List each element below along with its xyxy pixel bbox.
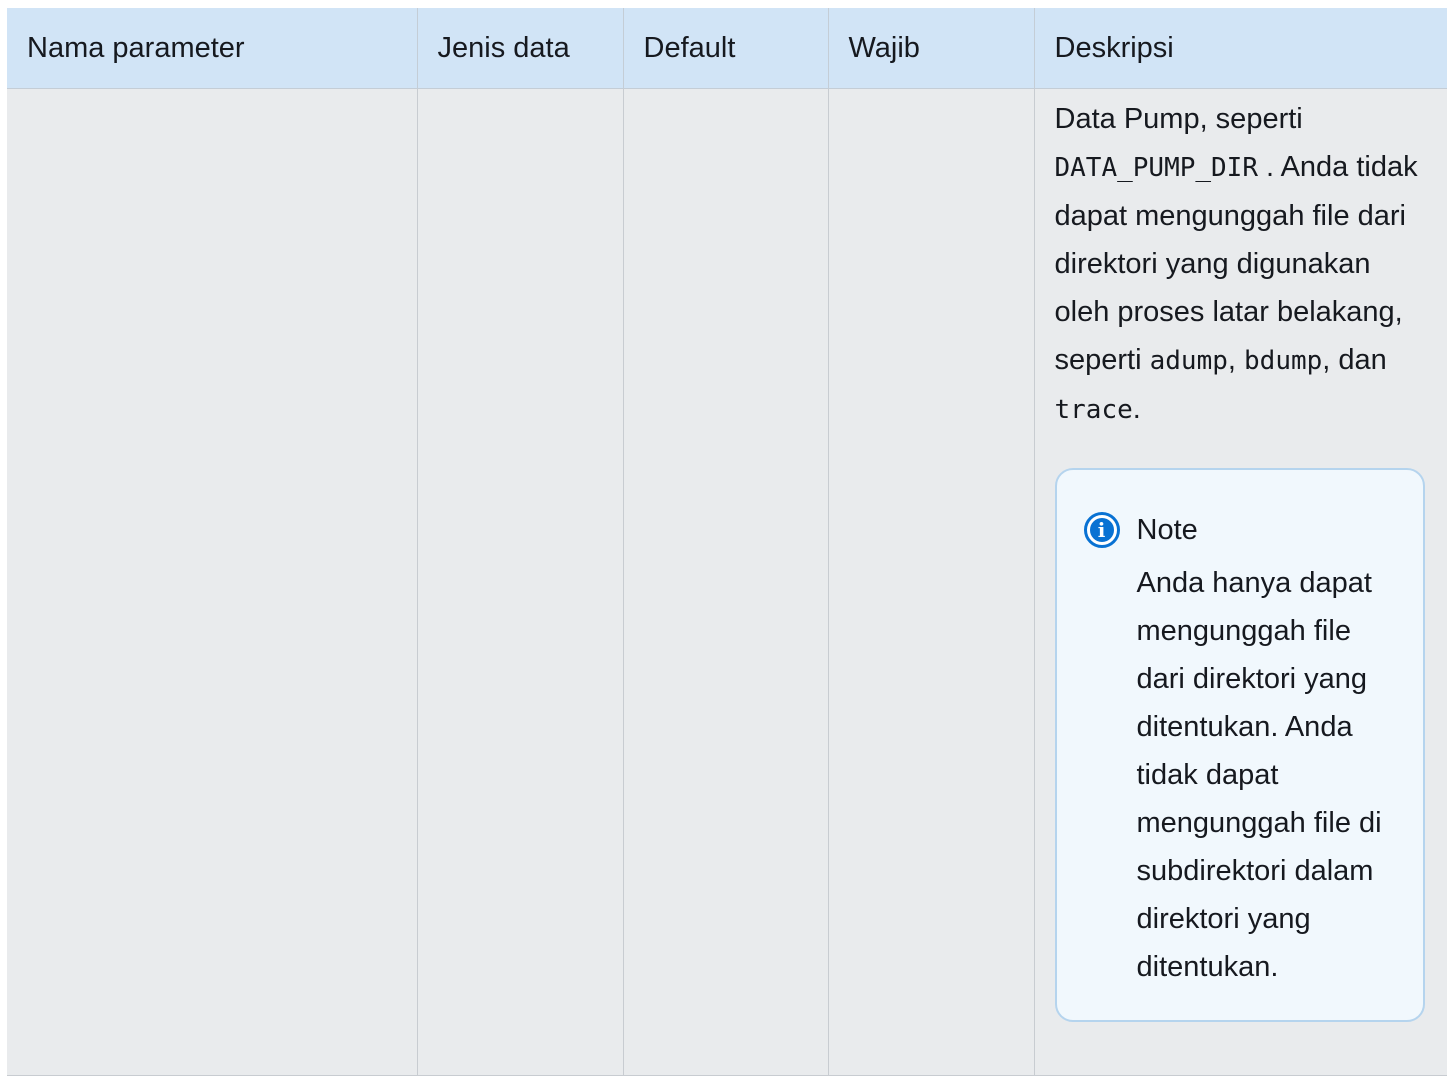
code-data-pump-dir: DATA_PUMP_DIR: [1054, 153, 1259, 183]
cell-jenis-data: [417, 88, 624, 1076]
note-title: Note: [1136, 514, 1198, 546]
info-icon: i: [1083, 512, 1120, 548]
parameter-table-container: Nama parameter Jenis data Default Wajib …: [7, 8, 1447, 1076]
note-callout: i Note Anda hanya dapat mengunggah file …: [1054, 468, 1425, 1022]
description-text: Data Pump, seperti DATA_PUMP_DIR . Anda …: [1055, 89, 1423, 434]
header-wajib: Wajib: [828, 8, 1035, 89]
desc-sep2: , dan: [1322, 344, 1387, 376]
code-adump: adump: [1149, 346, 1228, 376]
header-default: Default: [623, 8, 829, 89]
cell-deskripsi: Data Pump, seperti DATA_PUMP_DIR . Anda …: [1034, 88, 1447, 1076]
desc-sep1: ,: [1227, 344, 1245, 376]
code-bdump: bdump: [1244, 346, 1323, 376]
desc-text-part1: Data Pump, seperti: [1054, 103, 1303, 135]
table-row: Data Pump, seperti DATA_PUMP_DIR . Anda …: [7, 88, 1447, 1076]
cell-nama-parameter: [7, 88, 418, 1076]
header-deskripsi: Deskripsi: [1034, 8, 1447, 89]
cell-wajib: [828, 88, 1035, 1076]
note-body: Anda hanya dapat mengunggah file dari di…: [1136, 567, 1382, 983]
cell-default: [623, 88, 829, 1076]
note-header: i Note: [1083, 506, 1198, 554]
code-trace: trace: [1054, 395, 1133, 425]
parameter-table: Nama parameter Jenis data Default Wajib …: [7, 8, 1447, 1076]
table-header-row: Nama parameter Jenis data Default Wajib …: [7, 8, 1447, 89]
desc-text-part2: . Anda tidak dapat mengunggah file dari …: [1054, 151, 1418, 376]
header-jenis-data: Jenis data: [417, 8, 624, 89]
desc-end: .: [1132, 393, 1141, 425]
header-nama-parameter: Nama parameter: [7, 8, 418, 89]
